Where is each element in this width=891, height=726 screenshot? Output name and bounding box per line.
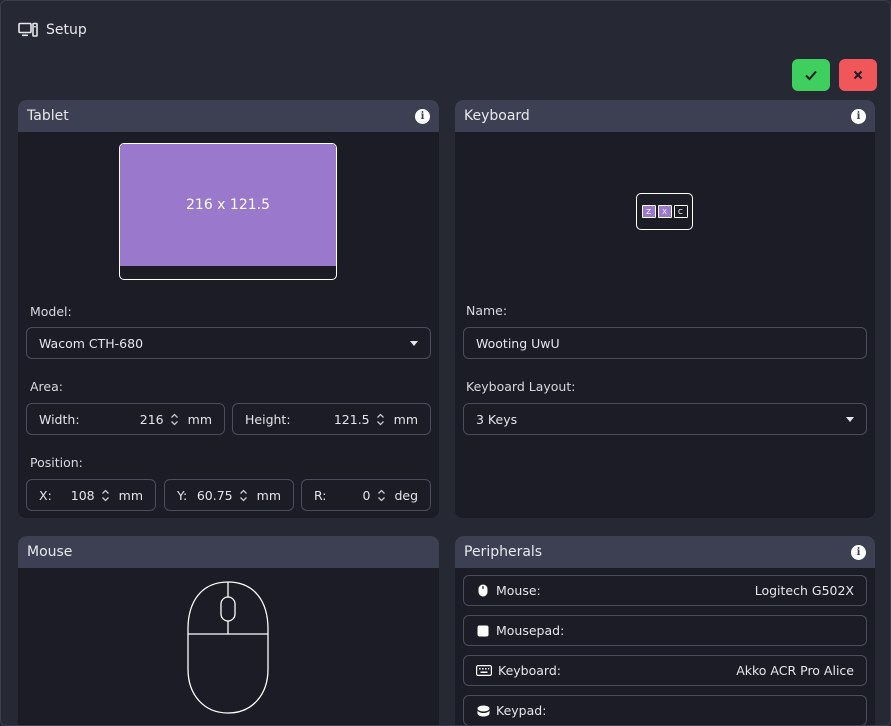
tablet-model-select[interactable]: Wacom CTH-680 [26, 327, 431, 359]
info-icon[interactable]: i [851, 108, 866, 124]
confirm-button[interactable] [792, 59, 830, 91]
mouse-panel-header: Mouse [18, 536, 439, 568]
position-x-field[interactable]: X: 108 mm [26, 479, 156, 511]
peripheral-label: Mousepad: [496, 623, 565, 638]
panel-title: Keyboard [464, 108, 530, 124]
peripheral-row-mousepad[interactable]: Mousepad: [463, 615, 867, 646]
width-field[interactable]: Width: 216 mm [26, 403, 225, 435]
panel-title: Mouse [27, 544, 73, 560]
width-unit: mm [187, 411, 212, 427]
keyboard-panel-header: Keyboard i [455, 100, 875, 132]
chevron-down-icon [410, 340, 418, 346]
keyboard-layout-select[interactable]: 3 Keys [463, 403, 867, 435]
stepper-icon[interactable] [168, 413, 182, 426]
height-label: Height: [245, 411, 291, 427]
peripheral-row-mouse[interactable]: Mouse: Logitech G502X [463, 575, 867, 606]
y-value[interactable]: 60.75 [187, 488, 233, 503]
keyboard-layout-value: 3 Keys [476, 411, 518, 427]
x-unit: mm [118, 487, 143, 503]
panel-title: Peripherals [464, 544, 543, 560]
tablet-panel-header: Tablet i [18, 100, 439, 132]
r-label: R: [314, 487, 327, 503]
cancel-button[interactable] [839, 59, 877, 91]
width-label: Width: [39, 411, 80, 427]
y-unit: mm [256, 487, 281, 503]
tablet-panel: Tablet i 216 x 121.5 Model: Wacom CTH-68… [18, 100, 439, 518]
peripheral-label: Keypad: [496, 703, 547, 718]
key-z: Z [641, 205, 656, 218]
mouse-preview-icon [187, 581, 269, 714]
rotation-field[interactable]: R: 0 deg [301, 479, 431, 511]
title-bar: Setup [18, 22, 87, 38]
model-label: Model: [30, 304, 72, 319]
width-value[interactable]: 216 [80, 412, 164, 427]
peripheral-row-keypad[interactable]: Keypad: [463, 695, 867, 725]
window-title: Setup [46, 22, 87, 38]
height-field[interactable]: Height: 121.5 mm [232, 403, 431, 435]
peripheral-value: Akko ACR Pro Alice [736, 663, 854, 678]
name-label: Name: [466, 303, 508, 318]
key-x: X [657, 205, 672, 218]
stepper-icon[interactable] [99, 489, 113, 502]
r-value[interactable]: 0 [327, 488, 370, 503]
mousepad-icon [476, 624, 490, 638]
chevron-down-icon [846, 416, 854, 422]
computer-icon [18, 22, 38, 38]
key-c: C [673, 205, 688, 218]
keyboard-name-value: Wooting UwU [476, 335, 560, 351]
mouse-icon [476, 584, 490, 598]
position-label: Position: [30, 455, 83, 470]
info-icon[interactable]: i [851, 544, 866, 560]
peripheral-label: Keyboard: [498, 663, 561, 678]
tablet-area-preview: 216 x 121.5 [119, 143, 337, 280]
keyboard-panel: Keyboard i Z X C Name: Wooting UwU Keybo… [455, 100, 875, 518]
keyboard-icon [476, 664, 492, 678]
peripherals-panel: Peripherals i Mouse: Logitech G502X Mous… [455, 536, 875, 725]
r-unit: deg [394, 487, 418, 503]
close-icon [853, 70, 863, 80]
keyboard-name-input[interactable]: Wooting UwU [463, 327, 867, 359]
y-label: Y: [177, 487, 188, 503]
keypad-icon [476, 704, 490, 718]
mouse-panel: Mouse [18, 536, 439, 725]
height-unit: mm [393, 411, 418, 427]
info-icon[interactable]: i [415, 108, 430, 124]
keyboard-preview: Z X C [636, 193, 693, 230]
tablet-area-dimensions: 216 x 121.5 [186, 197, 270, 213]
height-value[interactable]: 121.5 [291, 412, 370, 427]
check-icon [805, 70, 817, 81]
tablet-model-value: Wacom CTH-680 [39, 335, 144, 351]
area-label: Area: [30, 379, 63, 394]
stepper-icon[interactable] [374, 489, 388, 502]
stepper-icon[interactable] [237, 489, 251, 502]
stepper-icon[interactable] [374, 413, 388, 426]
tablet-active-area[interactable]: 216 x 121.5 [120, 144, 336, 266]
peripherals-panel-header: Peripherals i [455, 536, 875, 568]
panel-title: Tablet [27, 108, 69, 124]
peripheral-label: Mouse: [496, 583, 541, 598]
setup-window: Setup Tablet i 216 x 121.5 Model: Wacom … [0, 0, 891, 726]
position-y-field[interactable]: Y: 60.75 mm [164, 479, 294, 511]
peripheral-row-keyboard[interactable]: Keyboard: Akko ACR Pro Alice [463, 655, 867, 686]
x-value[interactable]: 108 [52, 488, 95, 503]
peripheral-value: Logitech G502X [754, 583, 854, 598]
x-label: X: [39, 487, 52, 503]
layout-label: Keyboard Layout: [466, 379, 576, 394]
